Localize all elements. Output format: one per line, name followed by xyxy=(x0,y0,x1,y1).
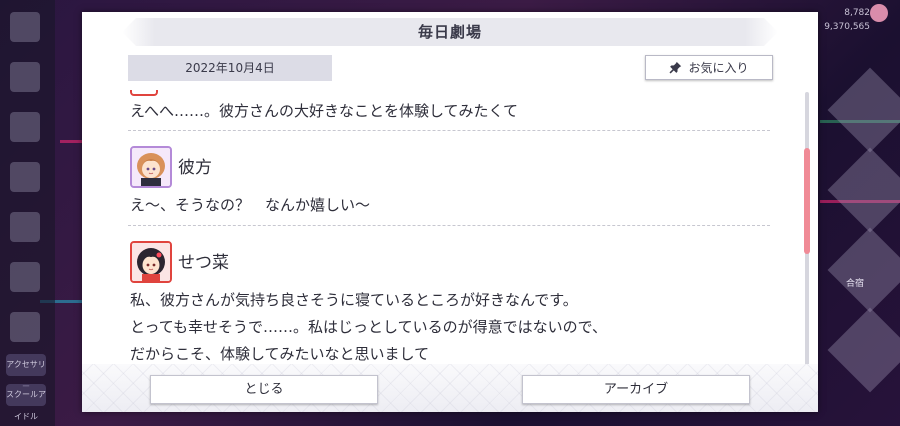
kanata-portrait-icon xyxy=(132,148,170,186)
camp-label[interactable]: 合宿 xyxy=(846,276,864,289)
scrollbar-thumb[interactable] xyxy=(804,148,810,254)
speaker-name: せつ菜 xyxy=(178,253,229,273)
expand-icon[interactable] xyxy=(10,312,40,342)
archive-button[interactable]: アーカイブ xyxy=(522,375,750,404)
favorite-button[interactable]: お気に入り xyxy=(645,55,773,80)
dialog-title: 毎日劇場 xyxy=(417,23,482,41)
message-text: えへへ……。彼方さんの大好きなことを体験してみたくて xyxy=(130,102,519,120)
currency-icon xyxy=(870,4,888,22)
trophy-icon[interactable] xyxy=(10,262,40,292)
dialog-footer: とじる アーカイブ xyxy=(82,364,818,412)
message-divider xyxy=(128,225,770,226)
score-counter: 9,370,565 xyxy=(824,22,870,32)
close-button[interactable]: とじる xyxy=(150,375,378,404)
sidebar-label-school-idol[interactable]: スクールアイドル xyxy=(6,384,46,421)
speaker-name: 彼方 xyxy=(178,158,212,178)
currency-counter: 8,782 xyxy=(844,8,870,18)
left-sidebar: アクセサリー スクールアイドル xyxy=(0,0,55,426)
daily-theater-dialog: 毎日劇場 2022年10月4日 お気に入り えへへ……。彼方さんの大好きなことを… xyxy=(82,12,818,412)
date-badge: 2022年10月4日 xyxy=(128,55,332,81)
kanata-avatar xyxy=(130,146,172,188)
menu-icon[interactable] xyxy=(10,12,40,42)
menu-tile[interactable] xyxy=(827,147,900,233)
speaker-avatar-partial xyxy=(130,90,158,96)
menu-tile[interactable] xyxy=(827,67,900,153)
menu-tile[interactable] xyxy=(827,307,900,393)
message-text: とっても幸せそうで……。私はじっとしているのが得意ではないので、 xyxy=(130,318,608,336)
favorite-label: お気に入り xyxy=(688,61,749,75)
sidebar-button[interactable] xyxy=(10,112,40,142)
title-bar: 毎日劇場 xyxy=(122,18,778,46)
sidebar-label-accessory[interactable]: アクセサリー xyxy=(6,354,46,391)
sidebar-button[interactable] xyxy=(10,62,40,92)
conversation-log[interactable]: えへへ……。彼方さんの大好きなことを体験してみたくて 彼方 え～、そうなの？ な… xyxy=(128,90,772,370)
pushpin-icon xyxy=(669,61,682,74)
setsuna-portrait-icon xyxy=(132,243,170,281)
setsuna-avatar xyxy=(130,241,172,283)
gift-icon[interactable] xyxy=(10,162,40,192)
message-text: え～、そうなの？ なんか嬉しい～ xyxy=(130,196,371,214)
message-divider xyxy=(128,130,770,131)
menu-tile[interactable] xyxy=(827,227,900,313)
sidebar-button[interactable] xyxy=(10,212,40,242)
message-text: 私、彼方さんが気持ち良さそうに寝ているところが好きなんです。 xyxy=(130,291,578,309)
